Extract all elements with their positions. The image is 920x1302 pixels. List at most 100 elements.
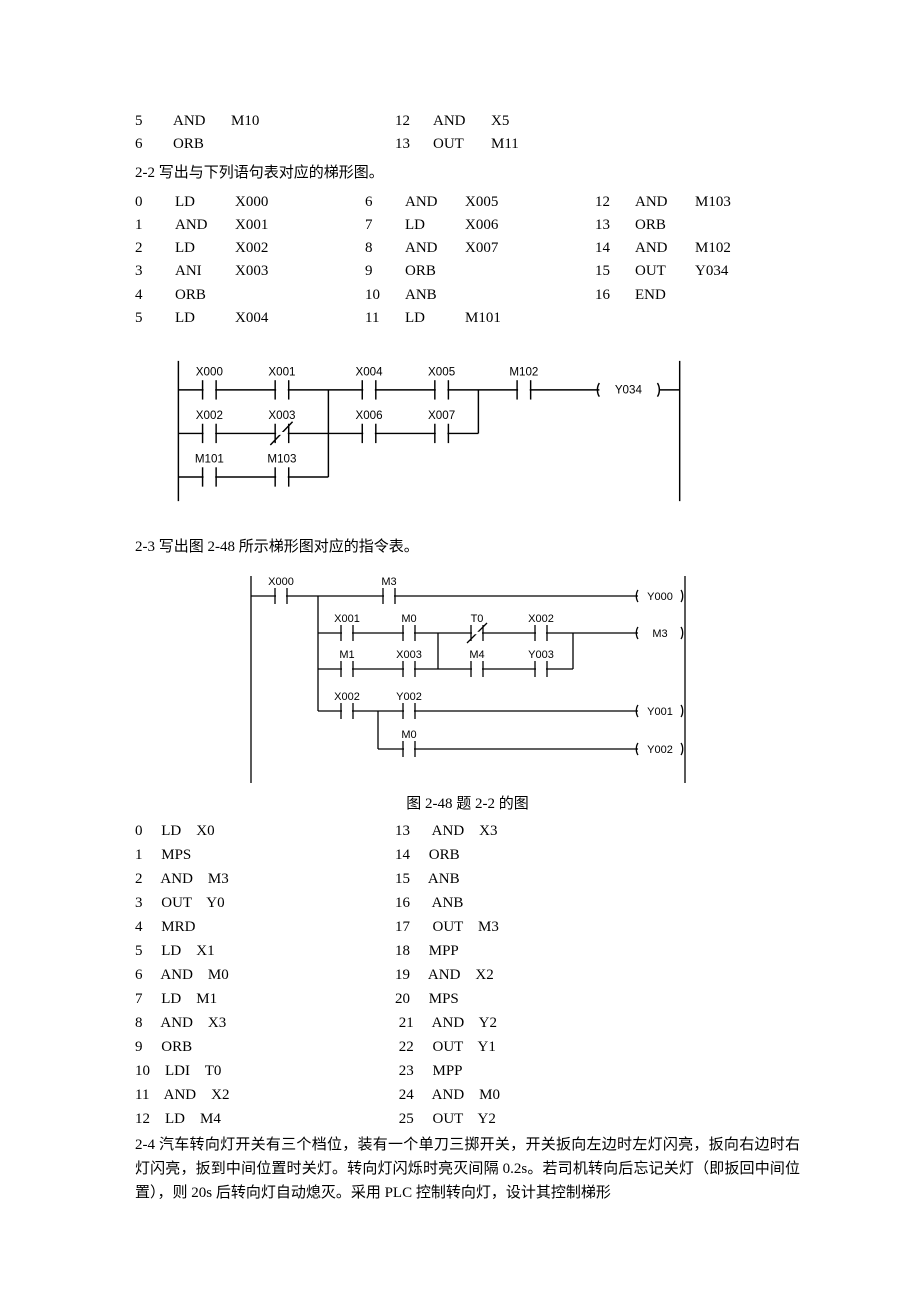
contact-label: X004 xyxy=(355,365,383,378)
contact-label: X000 xyxy=(196,365,223,378)
table-row: 4ORB 10ANB 16END xyxy=(135,284,800,307)
cell: 4 xyxy=(135,284,175,307)
cell: LD xyxy=(405,214,465,237)
opcode: AND xyxy=(433,110,491,133)
cell: X001 xyxy=(235,214,365,237)
cell: X000 xyxy=(235,191,365,214)
contact-label: X003 xyxy=(268,409,295,422)
table-row: 2LDX0028ANDX00714ANDM102 xyxy=(135,237,800,260)
table-row: 0LDX0006ANDX00512ANDM103 xyxy=(135,191,800,214)
cell: END xyxy=(635,284,695,307)
figure-caption: 图 2-48 题 2-2 的图 xyxy=(135,792,800,813)
cell: 1 xyxy=(135,214,175,237)
cell: OUT xyxy=(635,260,695,283)
answer-2-3-code: 0 LD X01 MPS2 AND M33 OUT Y04 MRD5 LD X1… xyxy=(135,819,800,1131)
cell: ANI xyxy=(175,260,235,283)
line-num: 5 xyxy=(135,110,173,133)
contact-label: M4 xyxy=(469,649,484,661)
opcode: OUT xyxy=(433,133,491,156)
cell: 15 xyxy=(595,260,635,283)
code-line: 7 LD M1 xyxy=(135,987,395,1011)
code-line: 5 AND M10 xyxy=(135,110,395,133)
cell: 7 xyxy=(365,214,405,237)
cell: 10 xyxy=(365,284,405,307)
cell: X002 xyxy=(235,237,365,260)
cell: 2 xyxy=(135,237,175,260)
code-line: 13 OUT M11 xyxy=(395,133,655,156)
cell: ORB xyxy=(405,260,465,283)
table-row: 1ANDX0017LDX00613ORB xyxy=(135,214,800,237)
code-line: 5 LD X1 xyxy=(135,939,395,963)
cell: X003 xyxy=(235,260,365,283)
coil-label: Y002 xyxy=(647,744,673,756)
code-line: 12 LD M4 xyxy=(135,1107,395,1131)
operand: M10 xyxy=(231,110,301,133)
code-line: 23 MPP xyxy=(395,1059,655,1083)
contact-label: M102 xyxy=(509,365,538,378)
cell: LD xyxy=(405,307,465,330)
code-line: 8 AND X3 xyxy=(135,1011,395,1035)
cell: X004 xyxy=(235,307,365,330)
contact-label: M101 xyxy=(195,452,224,465)
question-2-2-heading: 2-2 写出与下列语句表对应的梯形图。 xyxy=(135,161,800,185)
code-line: 6 ORB xyxy=(135,133,395,156)
cell: 8 xyxy=(365,237,405,260)
cell: M101 xyxy=(465,307,595,330)
coil-label: Y001 xyxy=(647,706,673,718)
code-line: 17 OUT M3 xyxy=(395,915,655,939)
code-line: 13 AND X3 xyxy=(395,819,655,843)
cell: ORB xyxy=(175,284,235,307)
cell: LD xyxy=(175,307,235,330)
contact-label: M0 xyxy=(401,613,416,625)
code-line: 6 AND M0 xyxy=(135,963,395,987)
contact-label: X007 xyxy=(428,409,455,422)
code-line: 24 AND M0 xyxy=(395,1083,655,1107)
contact-label: X000 xyxy=(268,576,294,588)
cell: 0 xyxy=(135,191,175,214)
line-num: 6 xyxy=(135,133,173,156)
coil-label: Y034 xyxy=(615,384,643,397)
code-line: 15 ANB xyxy=(395,867,655,891)
cell xyxy=(465,284,595,307)
cell xyxy=(635,307,695,330)
contact-label: X005 xyxy=(428,365,455,378)
top-code-block: 5 AND M10 6 ORB 12 AND X5 13 OUT M11 xyxy=(135,110,800,157)
cell: ANB xyxy=(405,284,465,307)
cell: M103 xyxy=(695,191,755,214)
cell xyxy=(695,307,755,330)
code-line: 4 MRD xyxy=(135,915,395,939)
cell: AND xyxy=(405,237,465,260)
line-num: 13 xyxy=(395,133,433,156)
cell: X007 xyxy=(465,237,595,260)
operand: X5 xyxy=(491,110,561,133)
contact-label: X002 xyxy=(528,613,554,625)
code-line: 21 AND Y2 xyxy=(395,1011,655,1035)
cell xyxy=(695,214,755,237)
cell: 12 xyxy=(595,191,635,214)
contact-label: X006 xyxy=(355,409,382,422)
instruction-table-2-2: 0LDX0006ANDX00512ANDM1031ANDX0017LDX0061… xyxy=(135,191,800,331)
contact-label: X002 xyxy=(196,409,223,422)
cell: AND xyxy=(635,191,695,214)
cell: LD xyxy=(175,191,235,214)
operand xyxy=(231,133,301,156)
ladder-diagram-2-2: X000 X001 X004 X005 M102 Y034 X002 X003 … xyxy=(160,356,700,506)
cell: 9 xyxy=(365,260,405,283)
contact-label: T0 xyxy=(470,613,483,625)
cell: Y034 xyxy=(695,260,755,283)
question-2-3-heading: 2-3 写出图 2-48 所示梯形图对应的指令表。 xyxy=(135,535,800,559)
contact-label: M3 xyxy=(381,576,396,588)
cell: 16 xyxy=(595,284,635,307)
contact-label: M1 xyxy=(339,649,354,661)
cell: AND xyxy=(175,214,235,237)
code-line: 9 ORB xyxy=(135,1035,395,1059)
question-2-4-text: 2-4 汽车转向灯开关有三个档位，装有一个单刀三掷开关，开关扳向左边时左灯闪亮，… xyxy=(135,1133,800,1205)
contact-label: X001 xyxy=(268,365,295,378)
contact-label: X001 xyxy=(334,613,360,625)
table-row: 5LDX00411LDM101 xyxy=(135,307,800,330)
code-line: 12 AND X5 xyxy=(395,110,655,133)
cell: X006 xyxy=(465,214,595,237)
contact-label: Y003 xyxy=(528,649,554,661)
code-line: 18 MPP xyxy=(395,939,655,963)
cell: AND xyxy=(635,237,695,260)
